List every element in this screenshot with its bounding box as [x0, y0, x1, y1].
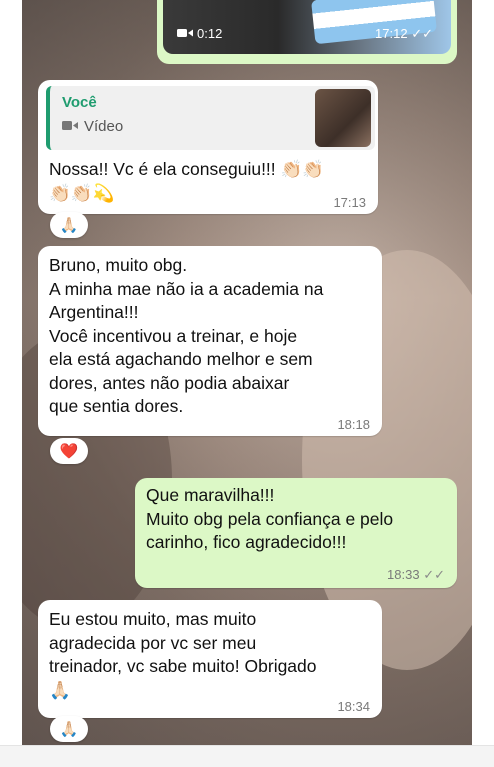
reaction-badge[interactable]: 🙏🏻 [50, 212, 88, 238]
message-text: Bruno, muito obg. A minha mae não ia a a… [49, 255, 324, 416]
double-check-icon: ✓✓ [411, 26, 433, 41]
quote-thumbnail [315, 89, 371, 147]
quoted-reply[interactable]: Você Vídeo [46, 86, 375, 150]
video-message[interactable]: 0:12 17:12 ✓✓ [157, 0, 457, 64]
reaction-badge[interactable]: ❤️ [50, 438, 88, 464]
incoming-message[interactable]: Bruno, muito obg. A minha mae não ia a a… [38, 246, 382, 436]
outgoing-message[interactable]: Que maravilha!!! Muito obg pela confianç… [135, 478, 457, 588]
message-text: Nossa!! Vc é ela conseguiu!!! 👏🏻👏🏻 👏🏻👏🏻💫 [49, 159, 325, 203]
incoming-message[interactable]: Eu estou muito, mas muito agradecida por… [38, 600, 382, 718]
incoming-message[interactable]: Você Vídeo Nossa!! Vc é ela conseguiu!!!… [38, 80, 378, 214]
message-text: Que maravilha!!! Muito obg pela confianç… [146, 485, 394, 552]
message-time: 18:34 [337, 699, 370, 714]
reaction-badge[interactable]: 🙏🏻 [50, 716, 88, 742]
video-camera-icon [177, 26, 193, 41]
quote-kind-text: Vídeo [84, 118, 124, 135]
video-timestamp: 17:12 ✓✓ [375, 26, 433, 42]
message-time: 17:13 [333, 195, 366, 210]
message-time: 18:18 [337, 417, 370, 432]
video-camera-icon [62, 118, 78, 135]
video-thumbnail[interactable]: 0:12 17:12 ✓✓ [163, 0, 451, 54]
quote-kind: Vídeo [62, 118, 123, 135]
bottom-bar [0, 745, 494, 767]
quote-author: Você [62, 94, 97, 111]
message-time-text: 18:33 [387, 567, 420, 582]
message-text: Eu estou muito, mas muito agradecida por… [49, 609, 317, 700]
video-duration: 0:12 [177, 26, 222, 41]
video-duration-text: 0:12 [197, 26, 223, 41]
video-time-text: 17:12 [375, 26, 408, 41]
double-check-icon: ✓✓ [423, 567, 445, 582]
message-time: 18:33 ✓✓ [387, 567, 445, 583]
